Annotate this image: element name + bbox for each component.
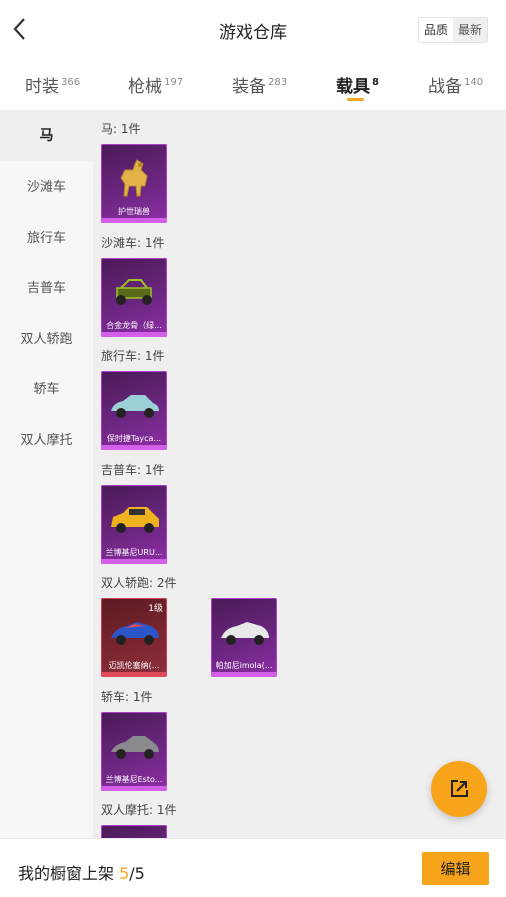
item-card[interactable]: 兰博基尼URU... — [101, 485, 167, 564]
tab-label: 装备 — [232, 77, 266, 97]
sidebar-item-beach-buggy[interactable]: 沙滩车 — [0, 161, 93, 212]
group-label-sedan: 轿车: 1件 — [101, 690, 153, 704]
sidebar-item-motorcycle[interactable]: 双人摩托 — [0, 413, 93, 464]
tab-count: 8 — [372, 77, 379, 88]
car-image — [111, 736, 159, 759]
item-card[interactable]: 1级 迈凯伦塞纳(... — [101, 598, 167, 677]
item-name: 兰博基尼Esto... — [105, 775, 163, 784]
item-name: 迈凯伦塞纳(... — [108, 661, 160, 670]
car-image — [221, 622, 269, 645]
share-external-icon — [451, 780, 468, 797]
group-label-horse: 马: 1件 — [101, 122, 141, 136]
rarity-bar — [211, 672, 277, 677]
sidebar-item-horse[interactable]: 马 — [0, 110, 93, 161]
rarity-bar — [101, 786, 167, 791]
tab-label: 时装 — [25, 77, 59, 97]
group-label-beach-buggy: 沙滩车: 1件 — [101, 236, 165, 250]
rarity-bar — [101, 559, 167, 564]
sort-quality-button[interactable]: 品质 — [418, 18, 453, 42]
suv-image — [111, 507, 159, 533]
rarity-bar — [101, 218, 167, 223]
category-tabs: 时装 366 枪械 197 装备 283 载具 8 战备 140 — [0, 62, 506, 110]
tab-guns[interactable]: 枪械 197 — [128, 72, 183, 97]
tab-count: 140 — [464, 77, 484, 88]
active-tab-indicator — [347, 98, 364, 101]
tab-fashion[interactable]: 时装 366 — [25, 72, 80, 97]
group-label-jeep: 吉普车: 1件 — [101, 463, 165, 477]
showcase-label: 我的橱窗上架 — [18, 864, 120, 883]
item-name: 护世瑞兽 — [118, 207, 150, 216]
item-name: 保时捷Tayca... — [106, 434, 162, 443]
vehicle-type-sidebar: 马 沙滩车 旅行车 吉普车 双人轿跑 轿车 双人摩托 — [0, 110, 93, 838]
header: 游戏仓库 品质 最新 — [0, 0, 506, 60]
group-label-motorcycle: 双人摩托: 1件 — [101, 803, 177, 817]
share-button[interactable] — [431, 761, 487, 817]
edit-button[interactable]: 编辑 — [422, 852, 489, 885]
sidebar-item-coupe[interactable]: 双人轿跑 — [0, 312, 93, 363]
sidebar-item-sedan[interactable]: 轿车 — [0, 363, 93, 414]
tab-equipment[interactable]: 装备 283 — [232, 72, 287, 97]
sort-toggle: 品质 最新 — [417, 17, 488, 43]
sidebar-item-touring-car[interactable]: 旅行车 — [0, 211, 93, 262]
showcase-status: 我的橱窗上架 5/5 — [18, 860, 145, 884]
tab-battle-gear[interactable]: 战备 140 — [428, 72, 483, 97]
tab-count: 197 — [164, 77, 184, 88]
showcase-footer: 我的橱窗上架 5/5 编辑 — [0, 838, 506, 897]
buggy-image — [116, 279, 152, 305]
rarity-bar — [101, 672, 167, 677]
tab-label: 载具 — [336, 77, 370, 97]
group-label-touring-car: 旅行车: 1件 — [101, 349, 165, 363]
car-image — [111, 622, 159, 645]
item-card[interactable]: 护世瑞兽 — [101, 144, 167, 223]
item-card[interactable]: 合金龙骨（绿... — [101, 258, 167, 337]
tab-count: 283 — [268, 77, 288, 88]
item-card[interactable]: 保时捷Tayca... — [101, 371, 167, 450]
tab-vehicles[interactable]: 载具 8 — [336, 72, 379, 97]
tab-label: 枪械 — [128, 77, 162, 97]
tab-count: 366 — [61, 77, 81, 88]
tab-label: 战备 — [428, 77, 462, 97]
item-card[interactable]: 帕加尼imola(... — [211, 598, 277, 677]
item-name: 兰博基尼URU... — [105, 548, 163, 557]
showcase-total-count: 5 — [134, 864, 145, 883]
item-card[interactable] — [101, 825, 167, 838]
group-label-coupe: 双人轿跑: 2件 — [101, 576, 177, 590]
item-card[interactable]: 兰博基尼Esto... — [101, 712, 167, 791]
rarity-bar — [101, 332, 167, 337]
sidebar-item-jeep[interactable]: 吉普车 — [0, 262, 93, 313]
item-name: 合金龙骨（绿... — [106, 321, 162, 330]
rarity-bar — [101, 445, 167, 450]
horse-image — [120, 159, 148, 197]
sort-newest-button[interactable]: 最新 — [452, 18, 487, 42]
showcase-current-count: 5 — [119, 864, 130, 883]
vehicle-list: 马: 1件 护世瑞兽 沙滩车: 1件 合金龙骨（绿... 旅行车: 1件 保时捷… — [93, 110, 506, 838]
car-image — [111, 395, 159, 418]
item-name: 帕加尼imola(... — [215, 661, 273, 670]
